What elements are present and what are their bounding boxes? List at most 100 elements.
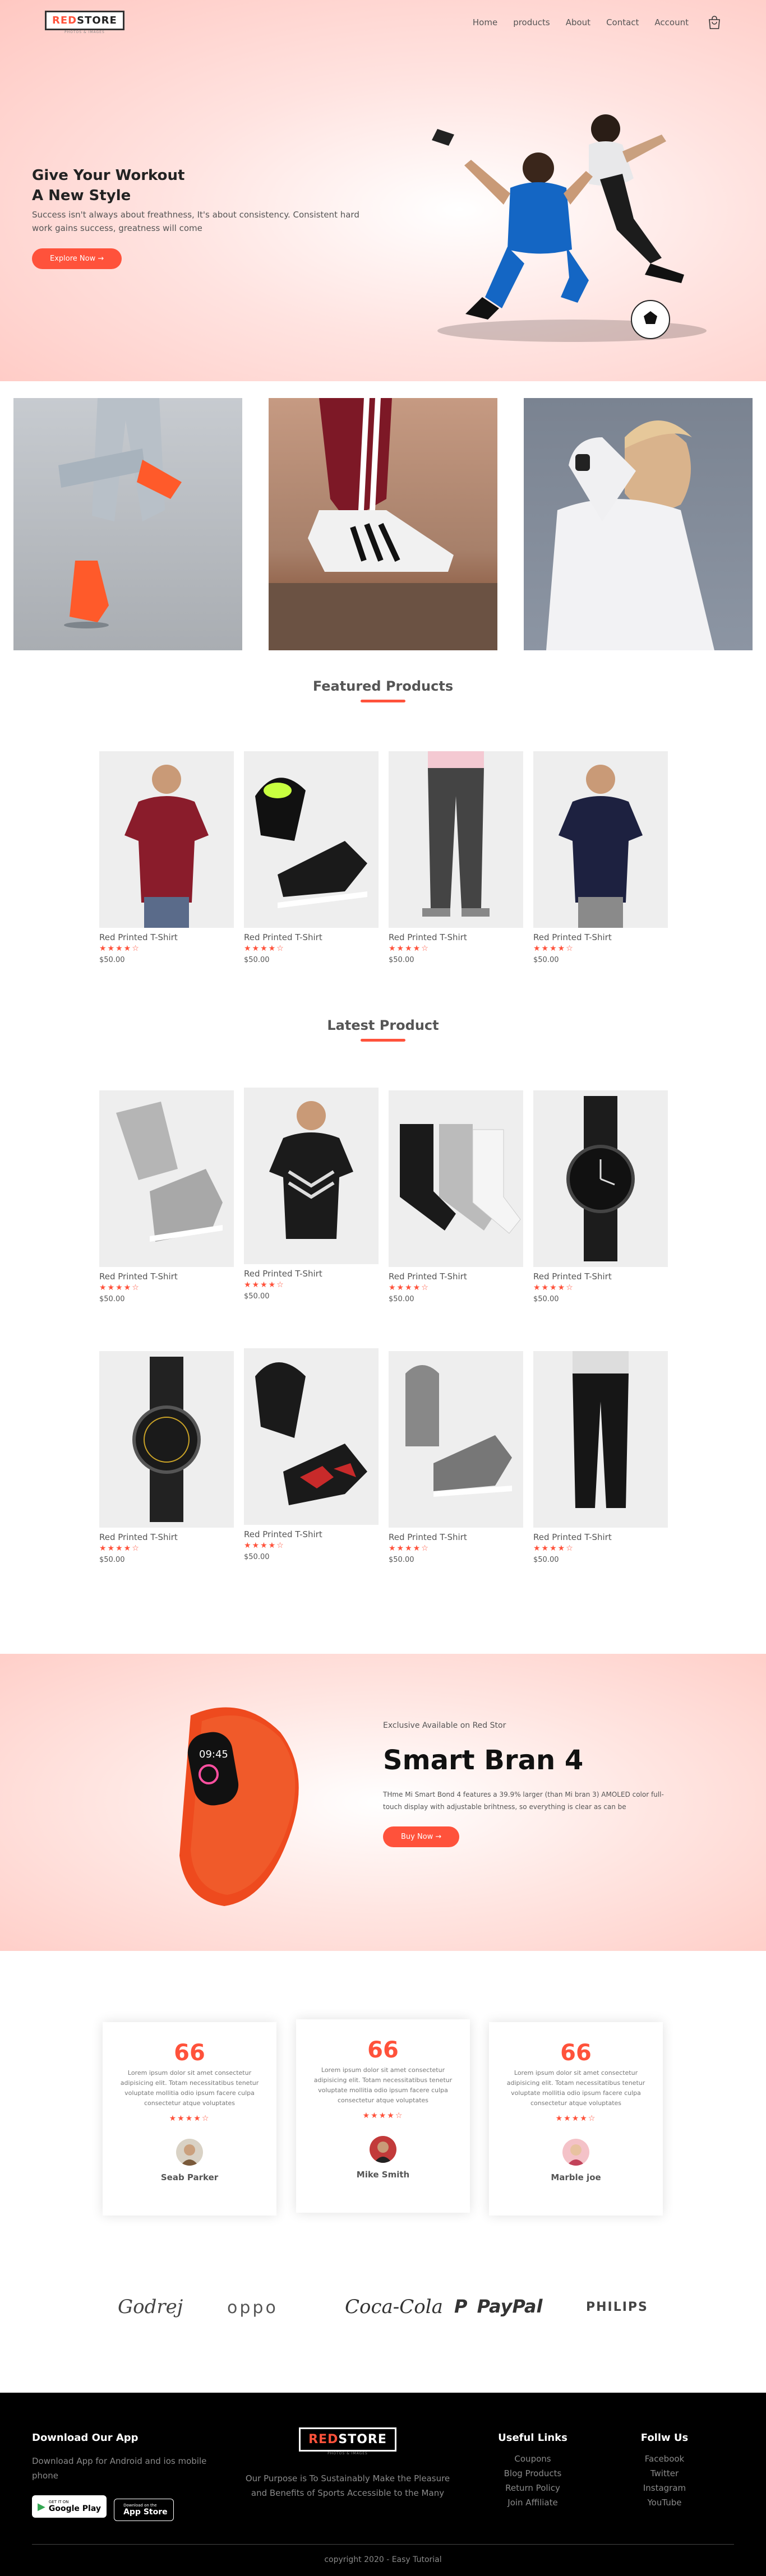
logo-red-text: RED xyxy=(52,15,77,26)
hero-subtitle: Success isn't always about freathness, I… xyxy=(32,210,359,233)
explore-now-button[interactable]: Explore Now → xyxy=(32,248,122,269)
product-card[interactable]: Red Printed T-Shirt ★★★★☆ $50.00 xyxy=(533,1090,668,1303)
product-image-navy-polo xyxy=(559,765,643,928)
footer-link-join-affiliate[interactable]: Join Affiliate xyxy=(491,2495,575,2510)
product-image-red-tshirt xyxy=(124,765,209,928)
footer-link-blog-products[interactable]: Blog Products xyxy=(491,2466,575,2481)
footer-link-return-policy[interactable]: Return Policy xyxy=(491,2481,575,2495)
nav-link-products[interactable]: products xyxy=(513,17,550,27)
band-display-time: 09:45 xyxy=(199,1749,228,1760)
latest-products-title: Latest Product xyxy=(0,1018,766,1042)
product-name[interactable]: Red Printed T-Shirt xyxy=(533,1532,668,1542)
product-name[interactable]: Red Printed T-Shirt xyxy=(99,932,234,942)
brand-logo-philips: PHILIPS xyxy=(586,2300,648,2314)
product-name[interactable]: Red Printed T-Shirt xyxy=(533,932,668,942)
quote-icon: 66 xyxy=(560,2040,592,2066)
product-rating: ★★★★☆ xyxy=(244,944,285,953)
product-card[interactable]: Red Printed T-Shirt ★★★★☆ $50.00 xyxy=(389,1351,523,1564)
product-name[interactable]: Red Printed T-Shirt xyxy=(389,1271,523,1282)
product-price: $50.00 xyxy=(244,1553,270,1561)
offer-title: Smart Bran 4 xyxy=(383,1745,584,1776)
product-rating: ★★★★☆ xyxy=(389,1544,430,1553)
app-store-button[interactable]: Download on the App Store xyxy=(114,2498,174,2521)
category-image-sneakers[interactable] xyxy=(13,398,242,650)
product-name[interactable]: Red Printed T-Shirt xyxy=(244,1269,379,1279)
footer-follow-links: Follw Us Facebook Twitter Instagram YouT… xyxy=(622,2432,707,2510)
offer-description: THme Mi Smart Bond 4 features a 39.9% la… xyxy=(383,1791,664,1811)
google-play-button[interactable]: ▶ GET IT ON Google Play xyxy=(32,2495,107,2518)
testimonial-card: 66 Lorem ipsum dolor sit amet consectetu… xyxy=(296,2019,470,2213)
product-card[interactable]: Red Printed T-Shirt ★★★★☆ $50.00 xyxy=(244,1348,379,1561)
footer-download-title: Download Our App xyxy=(32,2432,139,2444)
footer-link-coupons[interactable]: Coupons xyxy=(491,2452,575,2466)
footer-download-text: Download App for Android and ios mobile … xyxy=(32,2456,207,2481)
hero-title: Give Your Workout A New Style xyxy=(32,165,380,206)
google-play-small-label: GET IT ON xyxy=(48,2500,69,2504)
product-card[interactable]: Red Printed T-Shirt ★★★★☆ $50.00 xyxy=(244,751,379,964)
footer-link-twitter[interactable]: Twitter xyxy=(622,2466,707,2481)
product-card[interactable]: Red Printed T-Shirt ★★★★☆ $50.00 xyxy=(389,1090,523,1303)
product-card[interactable]: Red Printed T-Shirt ★★★★☆ $50.00 xyxy=(99,751,234,964)
product-image-sport-watch xyxy=(132,1357,201,1522)
product-card[interactable]: Red Printed T-Shirt ★★★★☆ $50.00 xyxy=(533,751,668,964)
shopping-bag-icon[interactable] xyxy=(708,15,721,30)
product-name[interactable]: Red Printed T-Shirt xyxy=(244,1529,379,1539)
nav-link-contact[interactable]: Contact xyxy=(606,17,639,27)
offer-text-block: Exclusive Available on Red Stor Smart Br… xyxy=(383,1721,675,1847)
buy-now-button[interactable]: Buy Now → xyxy=(383,1826,460,1847)
nav-link-about[interactable]: About xyxy=(566,17,590,27)
avatar xyxy=(370,2136,396,2163)
footer-useful-title: Useful Links xyxy=(498,2432,567,2444)
nav-link-home[interactable]: Home xyxy=(473,17,497,27)
footer-link-instagram[interactable]: Instagram xyxy=(622,2481,707,2495)
footer-link-facebook[interactable]: Facebook xyxy=(622,2452,707,2466)
hero-title-line2: A New Style xyxy=(32,187,131,204)
hero-text-block: Give Your Workout A New Style Success isn… xyxy=(32,165,380,269)
product-rating: ★★★★☆ xyxy=(99,944,140,953)
product-name[interactable]: Red Printed T-Shirt xyxy=(99,1271,234,1282)
product-name[interactable]: Red Printed T-Shirt xyxy=(533,1271,668,1282)
product-image-black-tshirt xyxy=(269,1101,353,1239)
copyright-text: copyright 2020 - Easy Tutorial xyxy=(324,2555,442,2564)
product-name[interactable]: Red Printed T-Shirt xyxy=(244,932,379,942)
site-logo[interactable]: REDSTORE PHOTOS & IMAGES xyxy=(45,11,124,34)
product-price: $50.00 xyxy=(99,956,125,964)
product-image-black-trackpants xyxy=(567,1351,634,1516)
footer-link-youtube[interactable]: YouTube xyxy=(622,2495,707,2510)
product-card[interactable]: Red Printed T-Shirt ★★★★☆ $50.00 xyxy=(99,1351,234,1564)
footer-divider xyxy=(32,2544,734,2545)
brand-logos: Godrej oppo Coca-Cola P PayPal PHILIPS xyxy=(0,2284,766,2335)
nav-menu: Home products About Contact Account xyxy=(473,15,721,30)
product-name[interactable]: Red Printed T-Shirt xyxy=(99,1532,234,1542)
footer-logo[interactable]: REDSTORE PHOTOS & IMAGES xyxy=(299,2427,396,2455)
product-price: $50.00 xyxy=(244,1292,270,1301)
product-image-grey-slipons xyxy=(405,1365,512,1497)
logo-dark-text: STORE xyxy=(77,15,117,26)
footer-logo-subtitle: PHOTOS & IMAGES xyxy=(327,2452,368,2455)
product-name[interactable]: Red Printed T-Shirt xyxy=(389,1532,523,1542)
testimonial-text: Lorem ipsum dolor sit amet consectetur a… xyxy=(506,2069,645,2107)
logo-subtitle: PHOTOS & IMAGES xyxy=(64,30,105,34)
product-card[interactable]: Red Printed T-Shirt ★★★★☆ $50.00 xyxy=(533,1351,668,1564)
product-name[interactable]: Red Printed T-Shirt xyxy=(389,932,523,942)
category-image-smartwatch-model[interactable] xyxy=(524,398,753,650)
product-card[interactable]: Red Printed T-Shirt ★★★★☆ $50.00 xyxy=(99,1090,234,1303)
testimonial-author: Mike Smith xyxy=(356,2170,410,2180)
testimonial-text: Lorem ipsum dolor sit amet consectetur a… xyxy=(313,2066,453,2104)
footer: Download Our App Download App for Androi… xyxy=(0,2393,766,2576)
avatar xyxy=(562,2139,589,2166)
product-rating: ★★★★☆ xyxy=(533,1544,574,1553)
product-rating: ★★★★☆ xyxy=(244,1541,285,1550)
product-card[interactable]: Red Printed T-Shirt ★★★★☆ $50.00 xyxy=(389,751,523,964)
product-price: $50.00 xyxy=(533,1295,559,1303)
product-image-black-shoes xyxy=(255,778,367,908)
nav-link-account[interactable]: Account xyxy=(654,17,689,27)
google-play-icon: ▶ xyxy=(38,2500,45,2513)
footer-follow-title: Follw Us xyxy=(640,2432,689,2444)
footer-purpose-text: Our Purpose is To Sustainably Make the P… xyxy=(245,2473,450,2498)
testimonial-card: 66 Lorem ipsum dolor sit amet consectetu… xyxy=(489,2022,663,2216)
product-price: $50.00 xyxy=(99,1556,125,1564)
product-rating: ★★★★☆ xyxy=(389,1283,430,1292)
category-image-adidas-shoe[interactable] xyxy=(269,398,497,650)
product-card[interactable]: Red Printed T-Shirt ★★★★☆ $50.00 xyxy=(244,1088,379,1301)
